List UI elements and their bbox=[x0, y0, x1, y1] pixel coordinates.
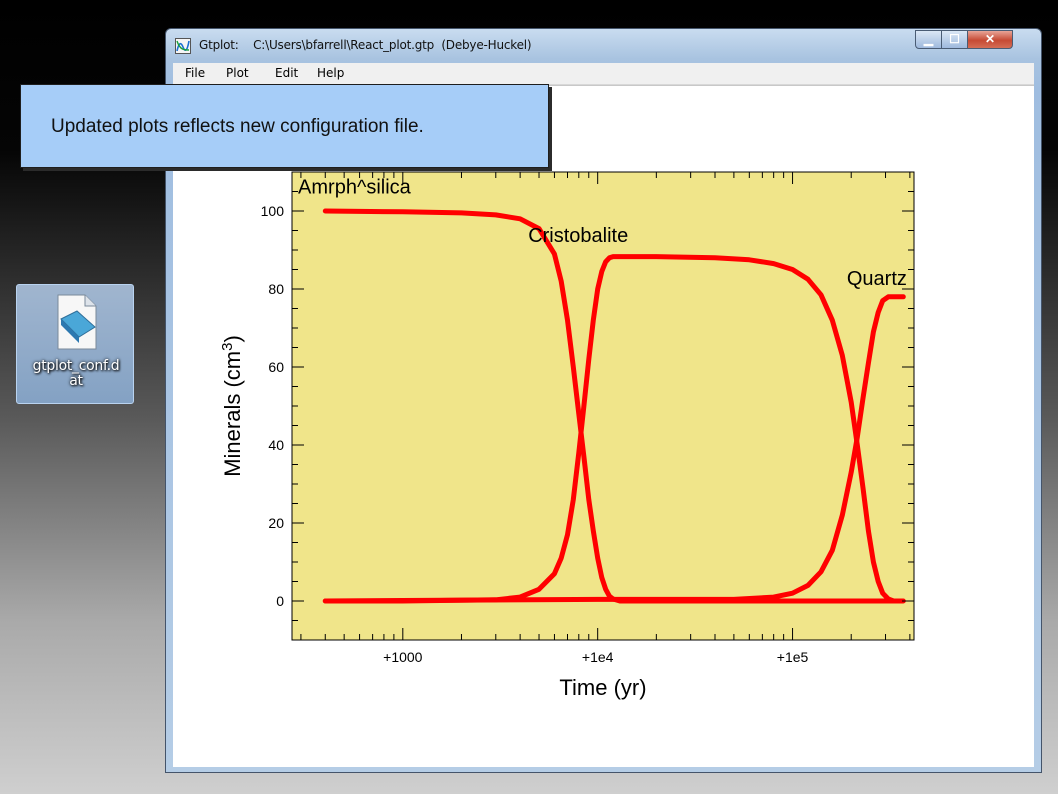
notepad-document-icon bbox=[57, 294, 97, 350]
menu-help[interactable]: Help bbox=[317, 66, 344, 80]
title-bar[interactable]: Gtplot: C:\Users\bfarrell\React_plot.gtp… bbox=[166, 29, 1041, 63]
maximize-button[interactable]: ☐ bbox=[941, 30, 968, 49]
gtplot-app-icon bbox=[175, 38, 191, 54]
desktop-file-label: gtplot_conf.d at bbox=[17, 359, 135, 389]
file-name-line1: gtplot_conf.d bbox=[32, 358, 120, 374]
close-icon: ✕ bbox=[984, 32, 996, 46]
menu-bar: File Plot Edit Help bbox=[173, 63, 1034, 85]
menu-plot[interactable]: Plot bbox=[226, 66, 249, 80]
plot-area bbox=[173, 85, 1034, 767]
maximize-icon: ☐ bbox=[949, 32, 960, 46]
minimize-icon: ▁ bbox=[923, 32, 934, 46]
window-title: Gtplot: C:\Users\bfarrell\React_plot.gtp… bbox=[199, 38, 532, 52]
close-button[interactable]: ✕ bbox=[967, 30, 1013, 49]
menu-file[interactable]: File bbox=[185, 66, 205, 80]
file-name-line2: at bbox=[69, 373, 83, 389]
minimize-button[interactable]: ▁ bbox=[915, 30, 942, 49]
menu-edit[interactable]: Edit bbox=[275, 66, 298, 80]
desktop-file-icon[interactable]: gtplot_conf.d at bbox=[16, 284, 134, 404]
callout-box: Updated plots reflects new configuration… bbox=[20, 84, 549, 168]
callout-text: Updated plots reflects new configuration… bbox=[51, 116, 424, 137]
